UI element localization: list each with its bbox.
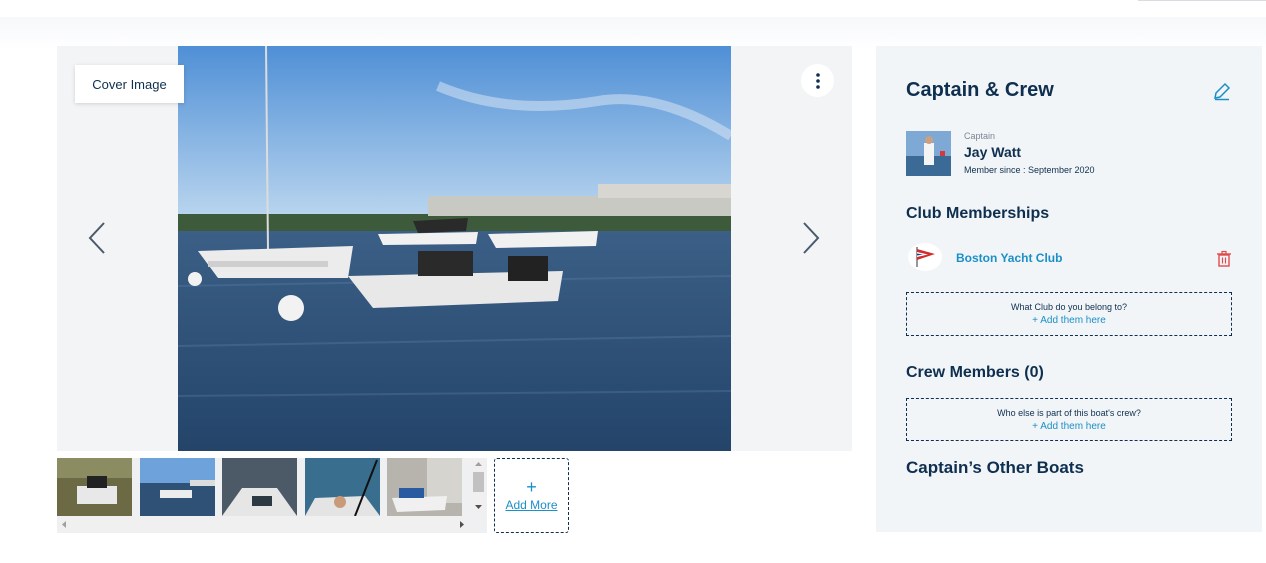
trash-icon (1217, 250, 1231, 267)
thumbnail[interactable] (305, 458, 380, 516)
thumbnail-horizontal-scrollbar[interactable] (57, 516, 470, 533)
other-boats-title: Captain’s Other Boats (906, 458, 1084, 477)
add-more-label: Add More (505, 498, 558, 512)
cover-image-label: Cover Image (92, 76, 167, 92)
crew-members-title: Crew Members (0) (906, 364, 1044, 381)
photo-menu-button[interactable] (801, 64, 834, 97)
photo-gallery: Cover Image (57, 46, 852, 451)
thumbnail-image (57, 458, 132, 516)
pencil-icon (1214, 82, 1231, 101)
captain-avatar (906, 131, 951, 176)
add-club-prompt: What Club do you belong to? (1010, 302, 1128, 312)
scroll-arrows-icon (473, 462, 484, 509)
thumbnail-image (387, 458, 462, 516)
harbor-photo (178, 46, 731, 451)
add-club-box[interactable]: What Club do you belong to? + Add them h… (906, 292, 1232, 336)
thumbnail-image (222, 458, 297, 516)
add-crew-link[interactable]: + Add them here (1032, 421, 1106, 432)
edit-button[interactable] (1212, 81, 1232, 101)
plus-icon: + (526, 477, 537, 497)
thumbnail-vertical-scrollbar[interactable] (470, 458, 487, 516)
thumbnail-image (140, 458, 215, 516)
add-crew-prompt: Who else is part of this boat's crew? (997, 407, 1141, 418)
cover-photo[interactable] (178, 46, 731, 451)
next-photo-button[interactable] (795, 218, 825, 258)
kebab-menu-icon (815, 72, 820, 89)
burgee-flag-icon (916, 247, 935, 267)
add-more-photos-button[interactable]: + Add More (494, 458, 569, 533)
add-club-link[interactable]: + Add them here (1032, 315, 1106, 326)
previous-photo-button[interactable] (83, 218, 113, 258)
captain-name: Jay Watt (964, 144, 1022, 160)
chevron-right-icon (803, 222, 820, 254)
thumbnail[interactable] (57, 458, 132, 516)
member-since: Member since : September 2020 (964, 165, 1095, 175)
chevron-left-icon (88, 222, 105, 254)
captain-crew-panel: Captain & Crew Captain Jay Watt Member s… (876, 46, 1262, 532)
thumbnail-image (305, 458, 380, 516)
delete-club-button[interactable] (1215, 250, 1233, 268)
club-burgee-icon (908, 243, 942, 271)
thumbnail[interactable] (222, 458, 297, 516)
panel-title: Captain & Crew (906, 79, 1054, 101)
captain-role: Captain (964, 131, 996, 141)
scroll-arrows-icon (62, 521, 464, 528)
top-bar (0, 0, 1266, 17)
thumbnail-strip (57, 458, 487, 533)
thumbnail[interactable] (140, 458, 215, 516)
club-memberships-title: Club Memberships (906, 205, 1050, 222)
top-bar-tab-edge (1138, 0, 1266, 1)
thumbnail[interactable] (387, 458, 462, 516)
add-crew-box[interactable]: Who else is part of this boat's crew? + … (906, 398, 1232, 441)
club-link[interactable]: Boston Yacht Club (956, 251, 1062, 265)
cover-image-badge: Cover Image (75, 65, 184, 103)
page: Cover Image + Add More Captain & Crew Ca… (0, 0, 1266, 563)
avatar-image (906, 131, 951, 176)
